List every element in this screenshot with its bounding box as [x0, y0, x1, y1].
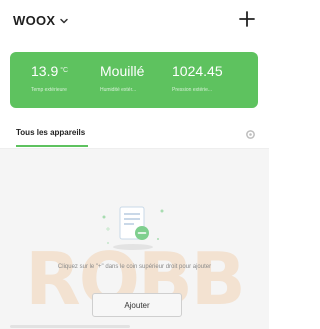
pressure-label: Pression extérie... — [172, 87, 213, 93]
temperature-unit: °C — [60, 67, 69, 74]
plus-icon — [239, 11, 255, 27]
device-list-area: ROBB Cliquez sur le "+" dans le coin sup… — [0, 149, 269, 329]
home-name: WOOX — [13, 13, 56, 28]
humidity-stat: Mouillé Humidité extér... — [100, 62, 144, 93]
home-selector[interactable]: WOOX — [13, 13, 69, 28]
humidity-value: Mouillé — [100, 63, 145, 79]
add-device-button[interactable]: Ajouter — [92, 293, 182, 317]
tab-all-devices[interactable]: Tous les appareils — [16, 128, 85, 137]
temperature-label: Temp extérieure — [31, 87, 67, 93]
temperature-value: 13.9 — [31, 63, 59, 79]
pressure-value: 1024.45 — [172, 63, 223, 79]
chevron-down-icon — [60, 18, 69, 23]
empty-state-hint: Cliquez sur le "+" dans le coin supérieu… — [57, 264, 212, 270]
top-bar: WOOX — [0, 0, 269, 40]
active-tab-indicator — [16, 145, 88, 147]
weather-card: 13.9 °C Temp extérieure Mouillé Humidité … — [10, 52, 258, 108]
temperature-stat: 13.9 °C Temp extérieure — [31, 62, 68, 93]
pressure-stat: 1024.45 Pression extérie... — [172, 62, 223, 93]
gear-icon[interactable] — [245, 129, 256, 140]
humidity-label: Humidité extér... — [100, 87, 137, 93]
footer-divider — [10, 325, 130, 328]
device-tabs: Tous les appareils — [0, 120, 269, 149]
add-device-plus-button[interactable] — [235, 7, 259, 31]
